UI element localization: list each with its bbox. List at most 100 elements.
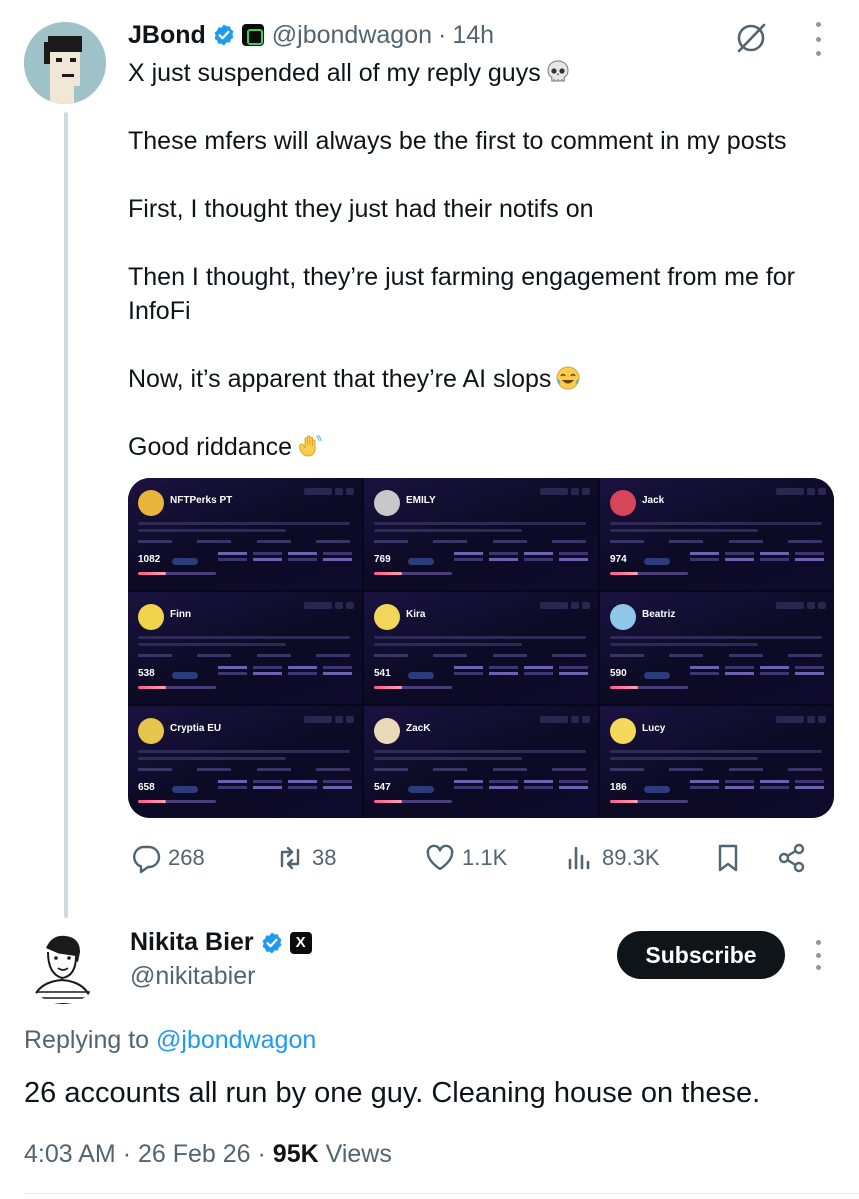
- card-score-bar: [138, 572, 216, 575]
- card-pill: [172, 558, 198, 565]
- card-bio: [374, 750, 586, 764]
- card-buttons: [304, 716, 354, 723]
- card-name: Cryptia EU: [170, 723, 222, 734]
- card-score: 541: [374, 668, 391, 679]
- card-bio: [610, 636, 822, 650]
- card-stats: [374, 540, 586, 543]
- card-stats: [610, 654, 822, 657]
- card-bio: [374, 636, 586, 650]
- more-icon[interactable]: [810, 22, 826, 56]
- reply-count: 268: [168, 845, 205, 870]
- card-buttons: [776, 716, 826, 723]
- author-handle[interactable]: @jbondwagon: [272, 21, 432, 50]
- card-avatar: [138, 718, 164, 744]
- card-buttons: [304, 488, 354, 495]
- card-avatar: [374, 490, 400, 516]
- card-stats: [138, 654, 350, 657]
- card-name: Kira: [406, 609, 426, 620]
- card-metrics: [218, 666, 352, 675]
- card-pill: [644, 558, 670, 565]
- card-stats: [138, 540, 350, 543]
- card-avatar: [374, 718, 400, 744]
- profile-card: Jack 974: [600, 478, 834, 590]
- card-name: EMILY: [406, 495, 436, 506]
- reply-date[interactable]: 26 Feb 26: [138, 1140, 251, 1168]
- card-score-bar: [610, 686, 688, 689]
- replying-handle-link[interactable]: @jbondwagon: [156, 1026, 316, 1054]
- card-score-bar: [610, 800, 688, 803]
- reply-author-name[interactable]: Nikita Bier: [130, 928, 254, 957]
- card-stats: [610, 768, 822, 771]
- reply-icon: [133, 845, 161, 874]
- card-bio: [374, 522, 586, 536]
- reply-time[interactable]: 4:03 AM: [24, 1140, 116, 1168]
- card-score: 974: [610, 554, 627, 565]
- card-score-bar: [374, 800, 452, 803]
- card-metrics: [690, 666, 824, 675]
- reply-views-count: 95K: [272, 1140, 319, 1168]
- x-affiliate-badge-icon: X: [289, 931, 312, 954]
- card-name: Lucy: [642, 723, 666, 734]
- reply-author-handle[interactable]: @nikitabier: [130, 962, 255, 991]
- card-pill: [644, 786, 670, 793]
- card-pill: [172, 786, 198, 793]
- card-name: Beatriz: [642, 609, 676, 620]
- subscribe-button[interactable]: Subscribe: [617, 931, 785, 979]
- replying-prefix: Replying to: [24, 1026, 150, 1054]
- grok-icon[interactable]: [733, 20, 769, 56]
- card-buttons: [540, 602, 590, 609]
- card-pill: [172, 672, 198, 679]
- repost-icon: [280, 846, 300, 870]
- tweet-paragraph: Now, it’s apparent that they’re AI slops: [128, 365, 552, 393]
- card-stats: [610, 540, 822, 543]
- card-metrics: [454, 666, 588, 675]
- nikita-avatar[interactable]: [24, 926, 102, 1004]
- reply-text: 26 accounts all run by one guy. Cleaning…: [24, 1077, 761, 1109]
- laughing-emoji-icon: [556, 366, 580, 390]
- skull-emoji-icon: [547, 60, 569, 82]
- views-button[interactable]: 89.3K: [564, 838, 660, 878]
- card-pill: [408, 672, 434, 679]
- card-buttons: [776, 488, 826, 495]
- card-score: 658: [138, 782, 155, 793]
- card-avatar: [610, 604, 636, 630]
- meta-separator: ·: [438, 20, 447, 49]
- like-button[interactable]: 1.1K: [424, 838, 507, 878]
- share-button[interactable]: [776, 838, 808, 878]
- card-bio: [610, 750, 822, 764]
- profile-card: ZacK 547: [364, 706, 598, 818]
- author-name[interactable]: JBond: [128, 21, 206, 50]
- meta-separator: ·: [122, 1140, 132, 1168]
- jbond-avatar[interactable]: [24, 22, 106, 104]
- reply-button[interactable]: 268: [130, 838, 205, 878]
- card-pill: [644, 672, 670, 679]
- affiliate-badge-icon: [241, 24, 264, 46]
- waving-hand-emoji-icon: [299, 434, 322, 457]
- card-bio: [138, 750, 350, 764]
- card-score: 769: [374, 554, 391, 565]
- card-metrics: [218, 780, 352, 789]
- repost-button[interactable]: 38: [274, 838, 336, 878]
- more-icon[interactable]: [810, 940, 826, 970]
- card-score-bar: [374, 686, 452, 689]
- bookmark-icon: [718, 844, 738, 872]
- tweet-time[interactable]: 14h: [452, 21, 494, 50]
- profile-card: Kira 541: [364, 592, 598, 704]
- card-score: 538: [138, 668, 155, 679]
- card-metrics: [218, 552, 352, 561]
- bookmark-button[interactable]: [712, 838, 744, 878]
- verified-badge-icon: [214, 24, 234, 46]
- tweet-header: JBond @jbondwagon · 14h: [128, 18, 494, 52]
- card-buttons: [540, 488, 590, 495]
- card-score-bar: [610, 572, 688, 575]
- card-buttons: [540, 716, 590, 723]
- card-metrics: [690, 780, 824, 789]
- card-score-bar: [138, 686, 216, 689]
- profile-card: EMILY 769: [364, 478, 598, 590]
- tweet-media-grid[interactable]: NFTPerks PT 1082 EMILY 769 Jack 974 Finn 538 Kir…: [128, 478, 834, 818]
- tweet-paragraph: Then I thought, they’re just farming eng…: [128, 263, 796, 325]
- reply-meta: 4:03 AM · 26 Feb 26 · 95K Views: [24, 1140, 392, 1169]
- views-icon: [568, 846, 590, 870]
- tweet-paragraph: X just suspended all of my reply guys: [128, 59, 541, 87]
- tweet-paragraph: Good riddance: [128, 433, 293, 461]
